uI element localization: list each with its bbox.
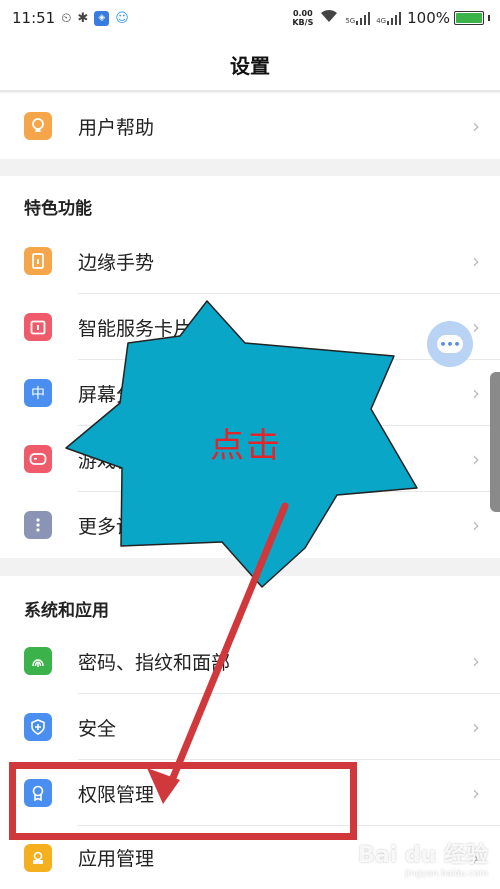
section-title: 特色功能 [24, 199, 92, 219]
section-title: 系统和应用 [24, 601, 109, 621]
lightbulb-icon [24, 112, 52, 140]
net-speed: 0.00 KB/S [292, 9, 314, 27]
status-bar: 11:51 ⏲ ✱ ◈ ☺ 0.00 KB/S 5G 4G 100% [0, 0, 500, 36]
settings-item-edge-gesture[interactable]: 边缘手势 › [0, 228, 500, 294]
calendar-card-icon [24, 313, 52, 341]
chevron-right-icon: › [472, 381, 480, 405]
fingerprint-icon [24, 647, 52, 675]
app-manage-icon [24, 843, 52, 872]
settings-item-password-fingerprint[interactable]: 密码、指纹和面部 › [0, 628, 500, 694]
chevron-right-icon: › [472, 715, 480, 739]
section-header-features: 特色功能 [0, 176, 500, 228]
signal-icon-2: 4G [376, 11, 402, 25]
settings-item-security[interactable]: 安全 › [0, 694, 500, 760]
settings-item-label: 密码、指纹和面部 [78, 651, 231, 674]
annotation-label: 点击 [210, 426, 282, 466]
settings-item-user-help[interactable]: 用户帮助 › [0, 93, 500, 159]
section-header-system: 系统和应用 [0, 576, 500, 628]
settings-item-label: 安全 [78, 717, 117, 740]
clock: 11:51 [12, 9, 56, 27]
chevron-right-icon: › [472, 315, 480, 339]
settings-item-label: 智能服务卡片 [78, 317, 193, 340]
settings-item-smart-card[interactable]: 智能服务卡片 › [0, 294, 500, 360]
battery: 100% [407, 9, 490, 27]
header-divider [0, 90, 500, 92]
settings-item-label: 边缘手势 [78, 251, 155, 274]
edge-panel-handle[interactable] [490, 372, 500, 512]
battery-percent: 100% [407, 9, 450, 27]
chevron-right-icon: › [472, 513, 480, 537]
more-vertical-icon [24, 511, 52, 539]
edge-gesture-icon [24, 247, 52, 275]
floating-assistant-button[interactable]: ••• [427, 321, 473, 367]
battery-icon [454, 11, 484, 25]
chevron-right-icon: › [472, 447, 480, 471]
settings-item-label: 屏幕分屏 [78, 383, 155, 406]
shield-icon [24, 713, 52, 741]
bluetooth-icon: ✱ [77, 10, 89, 26]
page-title: 设置 [0, 36, 500, 92]
settings-item-label: 用户帮助 [78, 116, 155, 139]
baidu-jingyan-watermark: Bai du 经验 jingyan.baidu.com [358, 843, 488, 879]
qq-icon: ☺ [115, 10, 129, 26]
settings-item-label: 游戏模式 [78, 449, 155, 472]
settings-item-more-settings[interactable]: 更多设置 › [0, 492, 500, 558]
settings-item-label: 应用管理 [78, 848, 155, 870]
annotation-highlight-box [9, 762, 357, 840]
split-screen-icon: 中 [24, 379, 52, 407]
chevron-right-icon: › [472, 649, 480, 673]
wifi-icon [319, 8, 339, 28]
chat-bubble-icon: ••• [437, 335, 463, 353]
settings-item-label: 更多设置 [78, 515, 155, 538]
gamepad-icon [24, 445, 52, 473]
alarm-icon: ⏲ [61, 10, 72, 26]
shield-notification-icon: ◈ [94, 10, 110, 26]
chevron-right-icon: › [472, 781, 480, 805]
chevron-right-icon: › [472, 114, 480, 138]
settings-item-split-screen[interactable]: 中 屏幕分屏 › [0, 360, 500, 426]
signal-icon-1: 5G [345, 11, 371, 25]
chevron-right-icon: › [472, 249, 480, 273]
